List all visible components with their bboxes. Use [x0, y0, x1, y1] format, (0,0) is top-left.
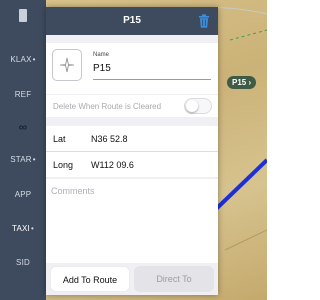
map-waypoint-label[interactable]: P15 › — [227, 76, 257, 89]
sidebar-item-star[interactable]: STAR• — [0, 155, 46, 164]
direct-to-button[interactable]: Direct To — [134, 266, 214, 292]
name-field-underline — [93, 79, 211, 80]
add-to-route-button[interactable]: Add To Route — [50, 266, 130, 292]
sidebar-item-label: REF — [14, 90, 32, 99]
long-label: Long — [53, 160, 74, 170]
sidebar-item-ref[interactable]: REF — [0, 90, 46, 99]
lat-label: Lat — [53, 134, 66, 144]
name-section: Name P15 — [46, 43, 218, 94]
comments-placeholder: Comments — [51, 186, 95, 196]
waypoint-icon-button[interactable] — [52, 49, 82, 81]
sidebar-item-label: KLAX — [10, 55, 32, 64]
left-sidebar: KLAX• REF ∞ STAR• APP TAXI• SID — [0, 0, 46, 300]
name-field[interactable]: P15 — [93, 63, 111, 74]
sidebar-item-klax[interactable]: KLAX• — [0, 55, 46, 64]
sidebar-item-label: STAR — [10, 155, 32, 164]
waypoint-star-icon — [59, 57, 75, 73]
comments-field[interactable]: Comments — [46, 179, 218, 263]
sidebar-menu-icon[interactable] — [19, 9, 27, 22]
infinity-icon: ∞ — [18, 120, 28, 134]
sidebar-item-label: SID — [16, 258, 30, 267]
waypoint-dialog: P15 Name P15 Delete When Route is Cleare… — [46, 7, 218, 295]
long-row: Long W112 09.6 — [46, 152, 218, 177]
route-line — [213, 158, 267, 212]
lat-field[interactable]: N36 52.8 — [91, 134, 128, 144]
sidebar-item-infinity[interactable]: ∞ — [0, 120, 46, 134]
dialog-header: P15 — [46, 7, 218, 35]
sidebar-item-label: APP — [14, 190, 32, 199]
delete-when-cleared-toggle[interactable] — [184, 98, 212, 114]
delete-when-cleared-row: Delete When Route is Cleared — [46, 95, 218, 117]
lat-row: Lat N36 52.8 — [46, 126, 218, 151]
sidebar-item-dot: • — [32, 55, 36, 64]
delete-when-cleared-label: Delete When Route is Cleared — [53, 102, 162, 111]
sidebar-item-taxi[interactable]: TAXI• — [0, 224, 46, 233]
sidebar-item-dot: • — [32, 155, 36, 164]
sidebar-item-dot: • — [30, 224, 34, 233]
name-field-label: Name — [93, 52, 110, 58]
sidebar-item-app[interactable]: APP — [0, 190, 46, 199]
toggle-knob — [186, 100, 198, 112]
dialog-title: P15 — [123, 15, 141, 26]
trash-icon[interactable] — [198, 14, 210, 28]
long-field[interactable]: W112 09.6 — [91, 160, 134, 170]
sidebar-item-sid[interactable]: SID — [0, 258, 46, 267]
sidebar-item-label: TAXI — [11, 224, 30, 233]
